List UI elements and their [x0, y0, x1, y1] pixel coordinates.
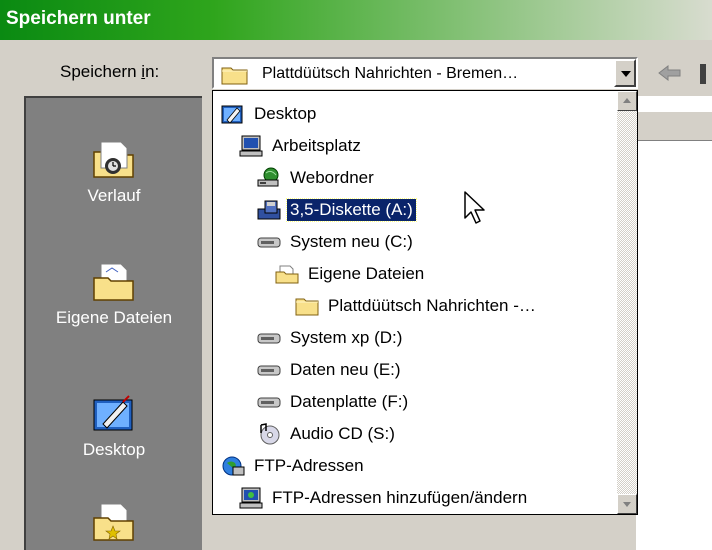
cd-drive-icon [260, 423, 280, 445]
back-arrow-icon[interactable] [657, 62, 683, 84]
tree-item-label: Desktop [254, 104, 317, 123]
tree-item-label: Webordner [290, 168, 374, 187]
tree-item-desktop[interactable]: Desktop [221, 99, 319, 129]
tree-item-ftp-add[interactable]: FTP-Adressen hinzufügen/ändern [239, 483, 530, 513]
floppy-drive-icon [257, 200, 281, 220]
tree-item-label: Audio CD (S:) [290, 424, 395, 443]
my-documents-folder-icon [93, 263, 134, 301]
toolbar-edge [700, 64, 706, 84]
ftp-computer-icon [239, 487, 263, 509]
place-history-label: Verlauf [87, 186, 141, 205]
tree-item-label: Arbeitsplatz [272, 136, 361, 155]
save-in-label: Speichern in: [60, 62, 160, 81]
window-title: Speichern unter [6, 8, 151, 29]
hard-drive-icon [257, 365, 281, 376]
hard-drive-icon [257, 397, 281, 408]
folder-icon [295, 298, 319, 316]
tree-item-label: Plattdüütsch Nahrichten -… [328, 296, 536, 315]
tree-item-floppy-a[interactable]: 3,5-Diskette (A:) [257, 195, 417, 225]
place-favorites[interactable] [26, 500, 202, 542]
tree-item-label: Datenplatte (F:) [290, 392, 409, 411]
place-my-documents-label: Eigene Dateien [55, 308, 173, 327]
tree-item-drive-c[interactable]: System neu (C:) [257, 227, 416, 257]
save-in-dropdown-list[interactable]: Desktop Arbeitsplatz Webordner 3,5-Diske… [212, 90, 638, 515]
tree-item-ftp[interactable]: FTP-Adressen [221, 451, 367, 481]
tree-item-label: Eigene Dateien [308, 264, 425, 283]
tree-item-label: FTP-Adressen [254, 456, 364, 475]
web-folders-icon [257, 167, 279, 187]
place-history[interactable]: Verlauf [26, 138, 202, 206]
tree-item-label: 3,5-Diskette (A:) [286, 198, 417, 222]
tree-item-my-computer[interactable]: Arbeitsplatz [239, 131, 364, 161]
file-list-header [636, 112, 712, 141]
folder-icon [221, 67, 248, 85]
desktop-icon [221, 105, 243, 124]
ftp-globe-icon [222, 456, 245, 476]
arrow-up-icon [623, 98, 631, 103]
open-folder-icon [275, 265, 299, 284]
tree-item-plattduutsch[interactable]: Plattdüütsch Nahrichten -… [295, 291, 539, 321]
desktop-icon [93, 395, 133, 431]
tree-item-label: FTP-Adressen hinzufügen/ändern [272, 488, 528, 507]
scroll-down-button[interactable] [617, 494, 637, 514]
hard-drive-icon [257, 237, 281, 248]
tree-item-label: System xp (D:) [290, 328, 403, 347]
file-list-pane[interactable] [636, 96, 712, 550]
tree-item-drive-d[interactable]: System xp (D:) [257, 323, 405, 353]
mouse-cursor-icon [464, 191, 485, 224]
dropdown-scrollbar[interactable] [617, 91, 637, 514]
save-in-combobox[interactable]: Plattdüütsch Nahrichten - Bremen… [212, 57, 638, 89]
my-computer-icon [239, 135, 263, 157]
place-desktop[interactable]: Desktop [26, 390, 202, 460]
save-in-dropdown-button[interactable] [614, 59, 636, 87]
arrow-down-icon [623, 502, 631, 507]
chevron-down-icon [621, 71, 631, 77]
tree-item-web-folders[interactable]: Webordner [257, 163, 377, 193]
tree-item-my-documents[interactable]: Eigene Dateien [275, 259, 427, 289]
title-bar[interactable]: Speichern unter [0, 0, 712, 40]
tree-item-drive-f[interactable]: Datenplatte (F:) [257, 387, 411, 417]
tree-item-drive-e[interactable]: Daten neu (E:) [257, 355, 404, 385]
history-folder-icon [93, 141, 134, 178]
tree-item-label: System neu (C:) [290, 232, 413, 251]
places-bar: Verlauf Eigene Dateien Desktop [24, 96, 202, 550]
save-in-value: Plattdüütsch Nahrichten - Bremen… [262, 65, 519, 82]
place-my-documents[interactable]: Eigene Dateien [26, 260, 202, 328]
tree-item-label: Daten neu (E:) [290, 360, 401, 379]
tree-item-cd-s[interactable]: Audio CD (S:) [257, 419, 398, 449]
favorites-folder-icon [93, 503, 134, 541]
scroll-up-button[interactable] [617, 91, 637, 111]
hard-drive-icon [257, 333, 281, 344]
place-desktop-label: Desktop [82, 440, 146, 459]
